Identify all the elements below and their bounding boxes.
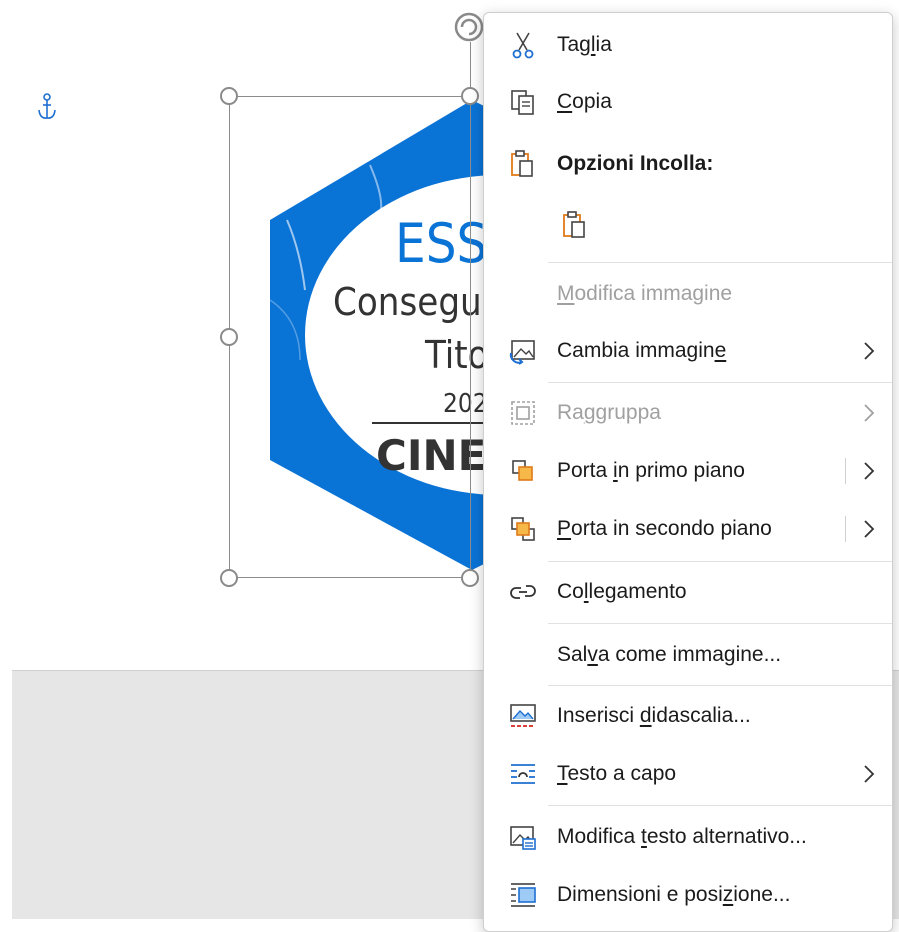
chevron-right-icon bbox=[864, 765, 875, 783]
context-menu: Taglia Copia Opzioni Incolla: Modifica i… bbox=[483, 12, 893, 932]
menu-label-group: Raggruppa bbox=[557, 401, 661, 424]
menu-item-change-image[interactable]: Cambia immagine bbox=[484, 325, 892, 377]
size-position-icon bbox=[511, 883, 536, 907]
menu-item-edit-alt-text[interactable]: Modifica testo alternativo... bbox=[484, 811, 892, 863]
menu-item-cut[interactable]: Taglia bbox=[484, 19, 892, 71]
change-image-icon bbox=[509, 340, 535, 365]
menu-item-save-as-image[interactable]: Salva come immagine... bbox=[484, 629, 892, 681]
menu-separator bbox=[548, 623, 892, 624]
menu-item-paste-options: Opzioni Incolla: bbox=[484, 138, 892, 190]
resize-handle-middle-left[interactable] bbox=[220, 328, 238, 346]
chevron-right-icon bbox=[864, 342, 875, 360]
menu-label-copy: Copia bbox=[557, 90, 612, 113]
resize-handle-top-left[interactable] bbox=[220, 87, 238, 105]
bring-forward-icon bbox=[512, 460, 533, 481]
paste-keep-source-button[interactable] bbox=[544, 199, 664, 251]
menu-separator bbox=[548, 262, 892, 263]
menu-label-link: Collegamento bbox=[557, 580, 687, 603]
menu-item-wrap-text[interactable]: Testo a capo bbox=[484, 748, 892, 800]
menu-item-size-position[interactable]: Dimensioni e posizione... bbox=[484, 869, 892, 921]
menu-label-edit-alt-text: Modifica testo alternativo... bbox=[557, 825, 807, 848]
chevron-right-icon[interactable] bbox=[862, 518, 876, 540]
split-divider bbox=[845, 516, 846, 542]
menu-item-copy[interactable]: Copia bbox=[484, 76, 892, 128]
menu-label-send-backward: Porta in secondo piano bbox=[557, 517, 772, 540]
menu-label-wrap-text: Testo a capo bbox=[557, 762, 677, 785]
menu-separator bbox=[548, 805, 892, 806]
group-icon bbox=[511, 401, 535, 425]
resize-handle-bottom-middle[interactable] bbox=[461, 569, 479, 587]
menu-label-change-image: Cambia immagine bbox=[557, 339, 727, 362]
clipboard-icon bbox=[511, 150, 533, 177]
scissors-icon bbox=[512, 32, 534, 59]
menu-label-insert-caption: Inserisci didascalia... bbox=[557, 704, 751, 727]
menu-item-bring-forward[interactable]: Porta in primo piano bbox=[484, 445, 892, 497]
menu-item-insert-caption[interactable]: Inserisci didascalia... bbox=[484, 690, 892, 742]
send-backward-icon bbox=[511, 517, 535, 541]
split-divider bbox=[845, 458, 846, 484]
copy-icon bbox=[511, 90, 534, 115]
image-selection-frame bbox=[229, 96, 471, 578]
menu-item-link[interactable]: Collegamento bbox=[484, 566, 892, 618]
paste-icon bbox=[563, 211, 585, 238]
insert-caption-icon bbox=[510, 704, 536, 727]
menu-item-group[interactable]: Raggruppa bbox=[484, 387, 892, 439]
resize-handle-top-middle[interactable] bbox=[461, 87, 479, 105]
chevron-right-icon bbox=[864, 404, 875, 422]
rotate-handle-icon[interactable] bbox=[452, 10, 486, 44]
menu-label-bring-forward: Porta in primo piano bbox=[557, 459, 745, 482]
menu-separator bbox=[548, 382, 892, 383]
link-icon bbox=[510, 585, 536, 599]
menu-label-cut: Taglia bbox=[557, 33, 612, 56]
menu-label-paste-options: Opzioni Incolla: bbox=[557, 152, 714, 175]
wrap-text-icon bbox=[511, 764, 535, 784]
anchor-icon[interactable] bbox=[36, 92, 58, 122]
menu-separator bbox=[548, 685, 892, 686]
menu-separator bbox=[548, 561, 892, 562]
menu-item-edit-image[interactable]: Modifica immagine bbox=[484, 268, 892, 320]
menu-label-edit-image: Modifica immagine bbox=[557, 282, 733, 305]
menu-label-size-position: Dimensioni e posizione... bbox=[557, 883, 791, 906]
menu-label-save-as-image: Salva come immagine... bbox=[557, 643, 782, 666]
alt-text-icon bbox=[510, 826, 536, 850]
resize-handle-bottom-left[interactable] bbox=[220, 569, 238, 587]
menu-item-send-backward[interactable]: Porta in secondo piano bbox=[484, 503, 892, 555]
chevron-right-icon[interactable] bbox=[862, 460, 876, 482]
